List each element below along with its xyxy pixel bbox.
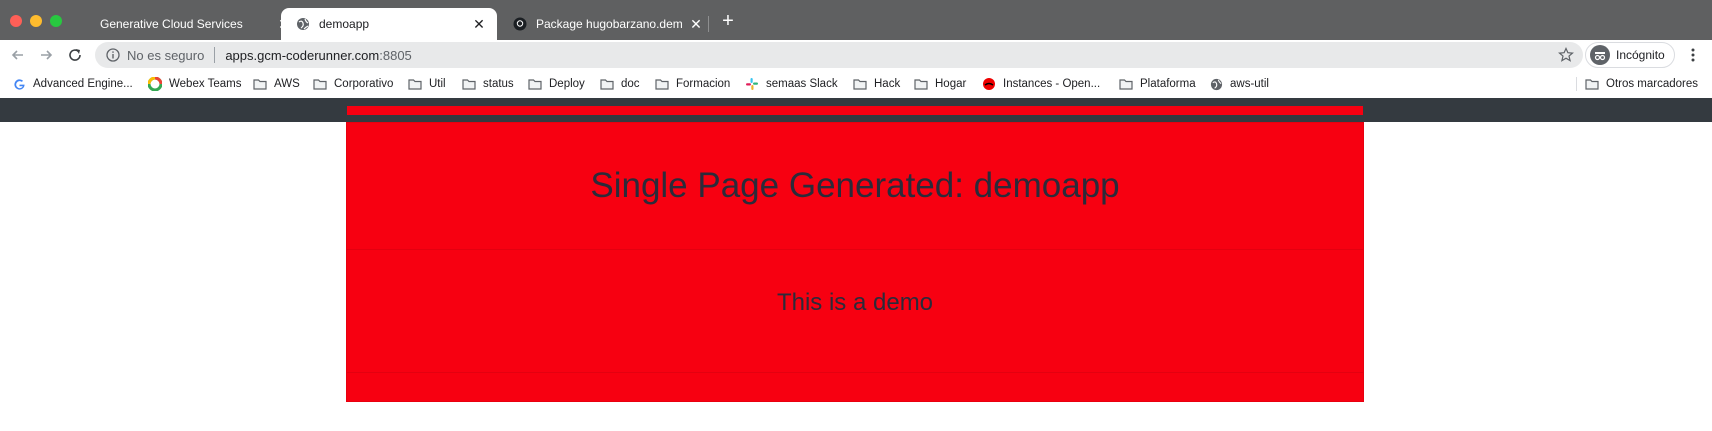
reload-icon bbox=[69, 49, 81, 61]
address-bar[interactable]: No es seguro apps.gcm-coderunner.com :88… bbox=[95, 42, 1583, 68]
folder-icon bbox=[914, 77, 928, 91]
page-text: This is a demo bbox=[776, 289, 934, 316]
arrow-right-icon bbox=[41, 50, 53, 60]
bookmark-corporativo[interactable]: Corporativo bbox=[313, 76, 393, 92]
bookmark-doc[interactable]: doc bbox=[600, 76, 640, 92]
folder-icon bbox=[600, 77, 614, 91]
kebab-menu-icon[interactable] bbox=[1683, 44, 1703, 66]
bookmark-webex-teams[interactable]: Webex Teams bbox=[148, 76, 241, 92]
google-icon bbox=[12, 77, 26, 91]
back-button[interactable] bbox=[7, 44, 29, 66]
reload-button[interactable] bbox=[64, 44, 86, 66]
folder-icon bbox=[1585, 77, 1599, 91]
tab-close-icon[interactable]: ✕ bbox=[471, 16, 487, 32]
tab-strip: Generative Cloud Services ✕ demoapp ✕ Pa… bbox=[0, 0, 1712, 40]
tab-demoapp[interactable]: demoapp ✕ bbox=[281, 8, 497, 40]
bookmark-util[interactable]: Util bbox=[408, 76, 446, 92]
webex-icon bbox=[148, 77, 162, 91]
address-divider bbox=[214, 47, 216, 63]
folder-icon bbox=[462, 77, 476, 91]
tab-title: Package hugobarzano.demoapp bbox=[536, 17, 682, 31]
url-port: :8805 bbox=[379, 47, 412, 63]
bookmark-advanced-engine[interactable]: Advanced Engine... bbox=[12, 76, 133, 92]
bookmarks-bar: Advanced Engine... Webex Teams AWS Corpo… bbox=[0, 70, 1712, 98]
tab-close-icon[interactable]: ✕ bbox=[688, 16, 704, 32]
info-icon[interactable] bbox=[105, 47, 121, 63]
section-divider bbox=[347, 372, 1363, 373]
bookmark-aws-util[interactable]: aws-util bbox=[1209, 76, 1269, 92]
maximize-window-button[interactable] bbox=[50, 15, 62, 27]
bookmark-semaas-slack[interactable]: semaas Slack bbox=[745, 76, 838, 92]
globe-icon bbox=[1209, 77, 1223, 91]
page-navbar bbox=[0, 98, 1712, 122]
folder-icon bbox=[313, 77, 327, 91]
incognito-icon bbox=[1590, 45, 1610, 65]
navbar-accent-bar bbox=[347, 106, 1363, 115]
bookmark-deploy[interactable]: Deploy bbox=[528, 76, 585, 92]
globe-icon bbox=[295, 16, 311, 32]
new-tab-button[interactable]: + bbox=[718, 11, 738, 32]
bookmark-hack[interactable]: Hack bbox=[853, 76, 900, 92]
tab-generative-cloud-services[interactable]: Generative Cloud Services ✕ bbox=[86, 8, 302, 40]
forward-button[interactable] bbox=[35, 44, 57, 66]
arrow-left-icon bbox=[11, 50, 23, 60]
bookmark-hogar[interactable]: Hogar bbox=[914, 76, 966, 92]
tab-title: demoapp bbox=[319, 17, 370, 31]
bookmark-otros-marcadores[interactable]: Otros marcadores bbox=[1585, 76, 1698, 92]
github-icon bbox=[512, 16, 528, 32]
tab-separator bbox=[708, 16, 709, 32]
folder-icon bbox=[655, 77, 669, 91]
page-viewport: Single Page Generated: demoapp This is a… bbox=[0, 98, 1712, 431]
bookmark-aws[interactable]: AWS bbox=[253, 76, 300, 92]
folder-icon bbox=[853, 77, 867, 91]
security-status[interactable]: No es seguro bbox=[127, 48, 204, 63]
star-icon[interactable] bbox=[1557, 46, 1575, 64]
browser-toolbar: No es seguro apps.gcm-coderunner.com :88… bbox=[0, 40, 1712, 70]
jumbotron: Single Page Generated: demoapp This is a… bbox=[346, 122, 1364, 402]
folder-icon bbox=[528, 77, 542, 91]
folder-icon bbox=[408, 77, 422, 91]
bookmark-plataforma[interactable]: Plataforma bbox=[1119, 76, 1196, 92]
section-divider bbox=[347, 249, 1363, 250]
bookmark-instances-open[interactable]: Instances - Open... bbox=[982, 76, 1100, 92]
close-window-button[interactable] bbox=[10, 15, 22, 27]
slack-icon bbox=[745, 77, 759, 91]
tab-package-hugobarzano[interactable]: Package hugobarzano.demoapp ✕ bbox=[498, 8, 714, 40]
bookmark-status[interactable]: status bbox=[462, 76, 514, 92]
folder-icon bbox=[1119, 77, 1133, 91]
incognito-button[interactable]: Incógnito bbox=[1585, 42, 1675, 68]
bookmarks-separator bbox=[1576, 77, 1577, 91]
minimize-window-button[interactable] bbox=[30, 15, 42, 27]
tab-title: Generative Cloud Services bbox=[100, 17, 243, 31]
redhat-icon bbox=[982, 77, 996, 91]
page-heading: Single Page Generated: demoapp bbox=[590, 166, 1120, 205]
incognito-label: Incógnito bbox=[1616, 48, 1665, 62]
bookmark-formacion[interactable]: Formacion bbox=[655, 76, 730, 92]
url-host: apps.gcm-coderunner.com bbox=[225, 47, 380, 63]
folder-icon bbox=[253, 77, 267, 91]
